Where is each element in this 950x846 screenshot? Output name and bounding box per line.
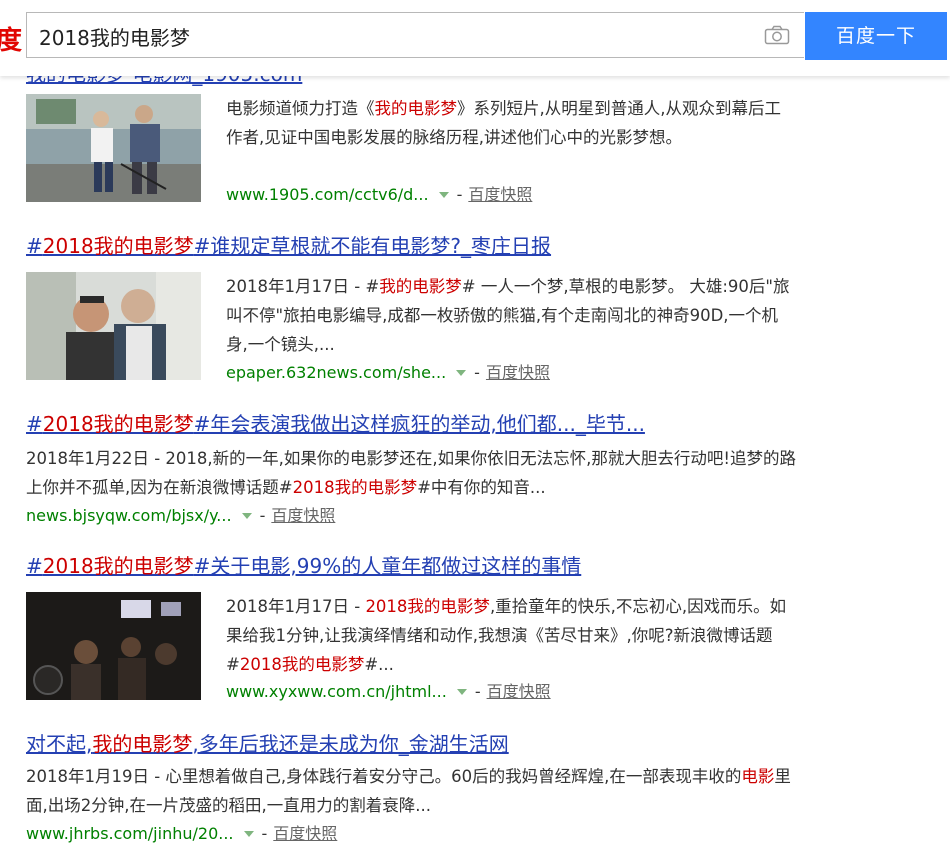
result-title-link[interactable]: #2018我的电影梦#谁规定草根就不能有电影梦?_枣庄日报 <box>26 232 826 260</box>
snippet-text: #中有你的知音... <box>417 478 546 497</box>
camera-icon[interactable] <box>764 25 790 45</box>
result-url-line: www.1905.com/cctv6/d... - 百度快照 <box>226 185 533 204</box>
snapshot-link[interactable]: 百度快照 <box>273 824 337 843</box>
dropdown-arrow-icon[interactable] <box>438 192 449 198</box>
baidu-logo-fragment[interactable]: 度 <box>0 20 22 57</box>
snippet-highlight: 2018我的电影梦 <box>365 597 490 616</box>
search-box[interactable] <box>26 12 804 58</box>
snapshot-link[interactable]: 百度快照 <box>487 682 551 701</box>
search-input[interactable] <box>37 21 741 51</box>
search-button[interactable]: 百度一下 <box>805 12 947 60</box>
dropdown-arrow-icon[interactable] <box>243 831 254 837</box>
result-url[interactable]: epaper.632news.com/she... <box>226 363 446 382</box>
result-thumbnail[interactable] <box>26 272 201 380</box>
dropdown-arrow-icon[interactable] <box>456 370 467 376</box>
result-snippet: 2018年1月22日 - 2018,新的一年,如果你的电影梦还在,如果你依旧无法… <box>26 444 796 502</box>
result-url-line: www.jhrbs.com/jinhu/20... - 百度快照 <box>26 824 338 843</box>
snippet-highlight: 我的电影梦 <box>379 277 462 296</box>
title-highlight: 2018我的电影梦 <box>42 234 194 258</box>
search-header: 度 百度一下 <box>0 0 950 76</box>
result-thumbnail[interactable] <box>26 94 201 202</box>
title-highlight: 我的电影梦 <box>92 732 193 756</box>
title-highlight: 2018我的电影梦 <box>42 554 194 578</box>
result-snippet: 2018年1月19日 - 心里想着做自己,身体践行着安分守己。60后的我妈曾经辉… <box>26 762 796 820</box>
result-title-link[interactable]: #2018我的电影梦#年会表演我做出这样疯狂的举动,他们都..._毕节... <box>26 410 826 438</box>
result-snippet: 电影频道倾力打造《我的电影梦》系列短片,从明星到普通人,从观众到幕后工作者,见证… <box>226 94 796 152</box>
snippet-text: #... <box>364 655 394 674</box>
snapshot-link[interactable]: 百度快照 <box>486 363 550 382</box>
result-snippet: 2018年1月17日 - #我的电影梦# 一人一个梦,草根的电影梦。 大雄:90… <box>226 272 796 359</box>
snippet-text: 2018年1月17日 - # <box>226 277 380 296</box>
title-text: #年会表演我做出这样疯狂的举动,他们都..._毕节... <box>193 412 645 436</box>
search-result: #2018我的电影梦#谁规定草根就不能有电影梦?_枣庄日报 2018年1月17日… <box>26 232 826 387</box>
title-text: 对不起, <box>26 732 93 756</box>
search-result: #2018我的电影梦#年会表演我做出这样疯狂的举动,他们都..._毕节... 2… <box>26 410 826 530</box>
dropdown-arrow-icon[interactable] <box>456 689 467 695</box>
search-result: 电影频道倾力打造《我的电影梦》系列短片,从明星到普通人,从观众到幕后工作者,见证… <box>26 94 826 209</box>
title-text: # <box>26 234 43 258</box>
result-url-line: epaper.632news.com/she... - 百度快照 <box>226 363 550 382</box>
result-snippet: 2018年1月17日 - 2018我的电影梦,重拾童年的快乐,不忘初心,因戏而乐… <box>226 592 796 679</box>
snippet-highlight: 2018我的电影梦 <box>239 655 365 674</box>
result-title-link[interactable]: 对不起,我的电影梦,多年后我还是未成为你_金湖生活网 <box>26 730 826 758</box>
result-url-line: www.xyxww.com.cn/jhtml... - 百度快照 <box>226 682 551 701</box>
snippet-highlight: 电影 <box>741 767 775 786</box>
result-url[interactable]: www.1905.com/cctv6/d... <box>226 185 429 204</box>
snippet-highlight: 2018我的电影梦 <box>292 478 418 497</box>
dropdown-arrow-icon[interactable] <box>241 513 252 519</box>
title-text: #谁规定草根就不能有电影梦?_枣庄日报 <box>193 234 552 258</box>
title-highlight: 2018我的电影梦 <box>42 412 194 436</box>
snippet-highlight: 我的电影梦 <box>374 99 458 118</box>
result-url[interactable]: www.jhrbs.com/jinhu/20... <box>26 824 234 843</box>
title-text: #关于电影,99%的人童年都做过这样的事情 <box>193 554 582 578</box>
result-url-line: news.bjsyqw.com/bjsx/y... - 百度快照 <box>26 506 336 525</box>
result-thumbnail[interactable] <box>26 592 201 700</box>
snippet-text: 2018年1月17日 - <box>226 597 366 616</box>
snapshot-link[interactable]: 百度快照 <box>271 506 335 525</box>
title-text: # <box>26 412 43 436</box>
snapshot-link[interactable]: 百度快照 <box>468 185 532 204</box>
title-text: ,多年后我还是未成为你_金湖生活网 <box>192 732 509 756</box>
result-url[interactable]: www.xyxww.com.cn/jhtml... <box>226 682 447 701</box>
snippet-text: 2018年1月19日 - 心里想着做自己,身体践行着安分守己。60后的我妈曾经辉… <box>26 767 742 786</box>
search-result: 对不起,我的电影梦,多年后我还是未成为你_金湖生活网 2018年1月19日 - … <box>26 730 826 843</box>
title-text: # <box>26 554 43 578</box>
search-result: #2018我的电影梦#关于电影,99%的人童年都做过这样的事情 2018年1月1… <box>26 552 826 707</box>
result-title-link[interactable]: #2018我的电影梦#关于电影,99%的人童年都做过这样的事情 <box>26 552 826 580</box>
snippet-text: 电影频道倾力打造《 <box>226 99 375 118</box>
result-url[interactable]: news.bjsyqw.com/bjsx/y... <box>26 506 232 525</box>
